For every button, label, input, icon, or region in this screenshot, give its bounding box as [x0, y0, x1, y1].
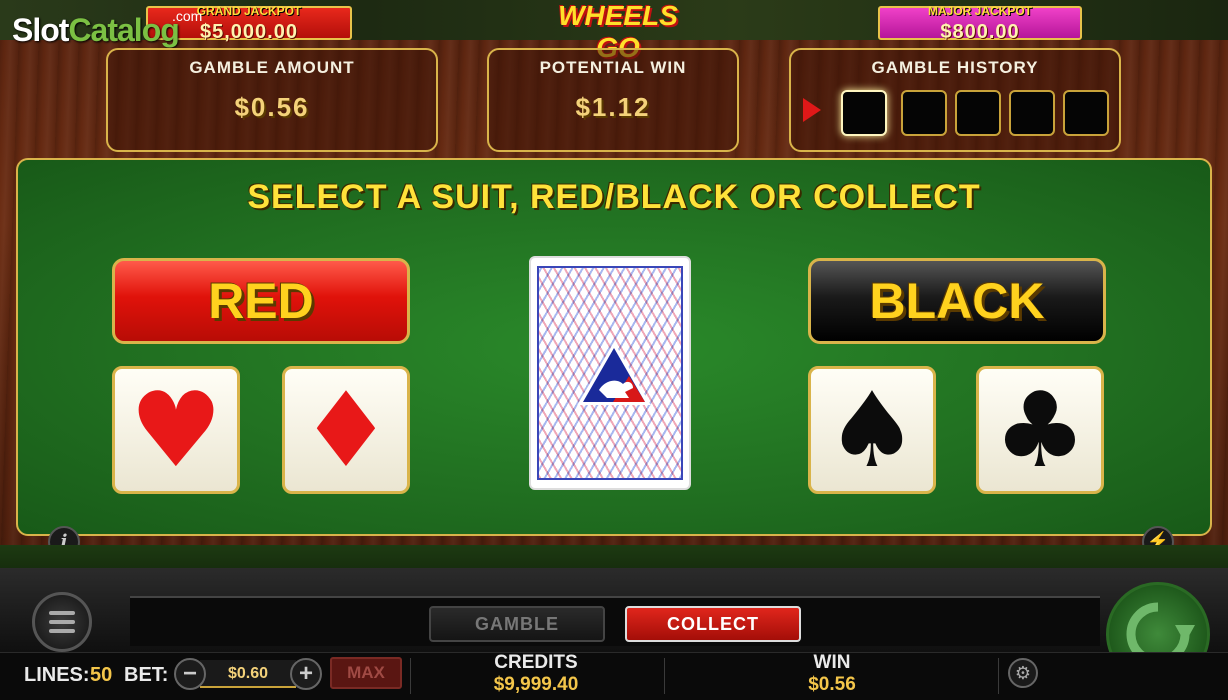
collect-button[interactable]: COLLECT	[625, 606, 801, 642]
history-slot	[1063, 90, 1109, 136]
arrow-icon	[803, 98, 821, 122]
bet-value: $0.60	[200, 660, 296, 688]
watermark-part-a: Slot	[12, 12, 69, 48]
hearts-icon: ♥	[129, 369, 223, 491]
credits-value: $9,999.40	[493, 674, 579, 695]
clubs-icon: ♣	[993, 369, 1087, 491]
win-value: $0.56	[808, 674, 856, 695]
win-label: WIN	[813, 652, 851, 673]
menu-bar	[49, 629, 75, 633]
bet-label: BET:	[124, 664, 169, 686]
gamble-amount-value: $0.56	[234, 92, 310, 122]
game-logo: WHEELS GO	[558, 0, 678, 63]
gamble-amount-label: GAMBLE AMOUNT	[189, 58, 355, 77]
divider	[664, 658, 665, 694]
gamble-table: SELECT A SUIT, RED/BLACK OR COLLECT RED …	[16, 158, 1212, 536]
clubs-button[interactable]: ♣	[976, 366, 1104, 494]
lines-label: LINES:	[24, 664, 90, 686]
watermark-part-b: Catalog	[68, 12, 179, 48]
hearts-button[interactable]: ♥	[112, 366, 240, 494]
card-emblem-icon	[577, 342, 651, 405]
gamble-button[interactable]: GAMBLE	[429, 606, 605, 642]
major-jackpot-value: $800.00	[940, 21, 1020, 43]
minus-icon[interactable]: −	[174, 658, 206, 690]
spades-button[interactable]: ♠	[808, 366, 936, 494]
divider	[410, 658, 411, 694]
lines-value: 50	[90, 664, 113, 686]
history-slot	[841, 90, 887, 136]
gamble-history-panel: GAMBLE HISTORY	[789, 48, 1121, 152]
menu-bar	[49, 620, 75, 624]
face-down-card	[529, 256, 691, 490]
menu-bar	[49, 611, 75, 615]
watermark-com: .com	[172, 8, 203, 24]
potential-win-panel: POTENTIAL WIN $1.12	[487, 48, 739, 152]
credits-label: CREDITS	[494, 652, 578, 673]
red-button[interactable]: RED	[112, 258, 410, 344]
max-bet-button[interactable]: MAX	[330, 657, 402, 689]
potential-win-label: POTENTIAL WIN	[539, 58, 687, 77]
menu-icon[interactable]	[32, 592, 92, 652]
spades-icon: ♠	[825, 369, 919, 491]
settings-icon[interactable]: ⚙	[1008, 658, 1038, 688]
black-button[interactable]: BLACK	[808, 258, 1106, 344]
divider	[998, 658, 999, 694]
potential-win-value: $1.12	[575, 92, 651, 122]
diamonds-button[interactable]: ♦	[282, 366, 410, 494]
history-slot	[955, 90, 1001, 136]
history-slot	[901, 90, 947, 136]
gamble-amount-panel: GAMBLE AMOUNT $0.56	[106, 48, 438, 152]
console-button-panel	[130, 596, 1100, 646]
major-jackpot: MAJOR JACKPOT $800.00	[878, 4, 1082, 43]
history-slot	[1009, 90, 1055, 136]
diamonds-icon: ♦	[299, 369, 393, 491]
major-jackpot-label: MAJOR JACKPOT	[927, 4, 1032, 18]
plus-icon[interactable]: +	[290, 658, 322, 690]
gamble-prompt: SELECT A SUIT, RED/BLACK OR COLLECT	[247, 178, 981, 216]
watermark: SlotCatalog	[12, 12, 180, 49]
gamble-history-label: GAMBLE HISTORY	[871, 58, 1039, 77]
card-back-pattern	[537, 266, 683, 480]
